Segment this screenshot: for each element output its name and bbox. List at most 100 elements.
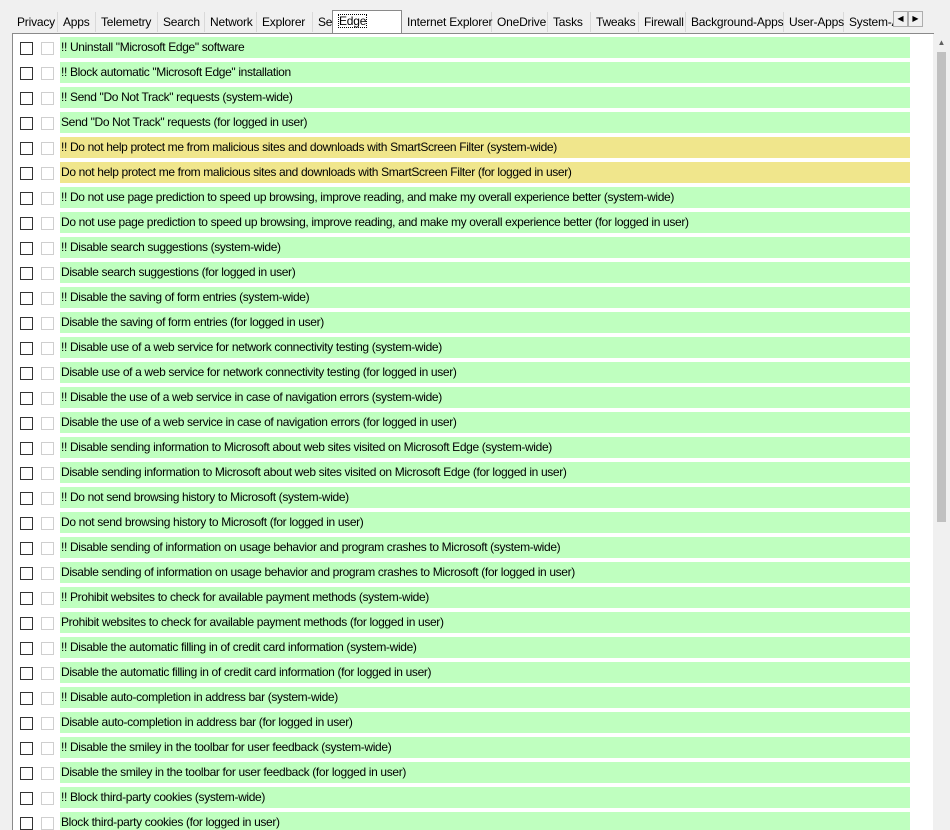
setting-secondary-checkbox[interactable] xyxy=(41,542,54,555)
setting-label[interactable]: Disable sending of information on usage … xyxy=(60,562,910,583)
scrollbar-thumb[interactable] xyxy=(937,52,946,522)
setting-label[interactable]: Disable the use of a web service in case… xyxy=(60,412,910,433)
setting-checkbox[interactable] xyxy=(20,317,33,330)
setting-checkbox[interactable] xyxy=(20,392,33,405)
setting-secondary-checkbox[interactable] xyxy=(41,792,54,805)
tab-apps[interactable]: Apps xyxy=(58,12,96,32)
setting-secondary-checkbox[interactable] xyxy=(41,592,54,605)
tab-tweaks[interactable]: Tweaks xyxy=(591,12,639,32)
setting-label[interactable]: Block third-party cookies (for logged in… xyxy=(60,812,910,830)
setting-secondary-checkbox[interactable] xyxy=(41,817,54,830)
setting-checkbox[interactable] xyxy=(20,142,33,155)
setting-checkbox[interactable] xyxy=(20,792,33,805)
setting-secondary-checkbox[interactable] xyxy=(41,392,54,405)
setting-checkbox[interactable] xyxy=(20,167,33,180)
setting-checkbox[interactable] xyxy=(20,67,33,80)
setting-secondary-checkbox[interactable] xyxy=(41,367,54,380)
setting-checkbox[interactable] xyxy=(20,417,33,430)
setting-label[interactable]: !! Block third-party cookies (system-wid… xyxy=(60,787,910,808)
setting-secondary-checkbox[interactable] xyxy=(41,242,54,255)
setting-checkbox[interactable] xyxy=(20,442,33,455)
setting-checkbox[interactable] xyxy=(20,667,33,680)
setting-label[interactable]: Disable the automatic filling in of cred… xyxy=(60,662,910,683)
setting-secondary-checkbox[interactable] xyxy=(41,567,54,580)
setting-secondary-checkbox[interactable] xyxy=(41,42,54,55)
setting-label[interactable]: !! Disable use of a web service for netw… xyxy=(60,337,910,358)
setting-secondary-checkbox[interactable] xyxy=(41,767,54,780)
setting-checkbox[interactable] xyxy=(20,692,33,705)
setting-checkbox[interactable] xyxy=(20,817,33,830)
setting-label[interactable]: !! Do not use page prediction to speed u… xyxy=(60,187,910,208)
tab-explorer[interactable]: Explorer xyxy=(257,12,313,32)
tab-edge[interactable]: Edge xyxy=(332,10,402,33)
setting-checkbox[interactable] xyxy=(20,767,33,780)
tab-scroll-right-button[interactable]: ▶ xyxy=(908,11,923,27)
setting-secondary-checkbox[interactable] xyxy=(41,142,54,155)
setting-checkbox[interactable] xyxy=(20,717,33,730)
setting-secondary-checkbox[interactable] xyxy=(41,317,54,330)
tab-privacy[interactable]: Privacy xyxy=(12,12,58,32)
setting-checkbox[interactable] xyxy=(20,42,33,55)
setting-label[interactable]: !! Do not help protect me from malicious… xyxy=(60,137,910,158)
setting-secondary-checkbox[interactable] xyxy=(41,92,54,105)
setting-secondary-checkbox[interactable] xyxy=(41,217,54,230)
setting-label[interactable]: Disable the smiley in the toolbar for us… xyxy=(60,762,910,783)
tab-system-apps[interactable]: System-Apps xyxy=(844,12,894,32)
tab-search[interactable]: Search xyxy=(158,12,205,32)
setting-secondary-checkbox[interactable] xyxy=(41,417,54,430)
setting-secondary-checkbox[interactable] xyxy=(41,117,54,130)
tab-scroll-left-button[interactable]: ◀ xyxy=(893,11,908,27)
setting-label[interactable]: Disable sending information to Microsoft… xyxy=(60,462,910,483)
setting-checkbox[interactable] xyxy=(20,542,33,555)
setting-checkbox[interactable] xyxy=(20,267,33,280)
tab-telemetry[interactable]: Telemetry xyxy=(96,12,158,32)
tab-onedrive[interactable]: OneDrive xyxy=(492,12,548,32)
setting-secondary-checkbox[interactable] xyxy=(41,342,54,355)
setting-checkbox[interactable] xyxy=(20,467,33,480)
setting-secondary-checkbox[interactable] xyxy=(41,617,54,630)
setting-secondary-checkbox[interactable] xyxy=(41,442,54,455)
setting-secondary-checkbox[interactable] xyxy=(41,167,54,180)
setting-checkbox[interactable] xyxy=(20,117,33,130)
setting-label[interactable]: Prohibit websites to check for available… xyxy=(60,612,910,633)
setting-label[interactable]: Do not help protect me from malicious si… xyxy=(60,162,910,183)
setting-label[interactable]: !! Disable sending of information on usa… xyxy=(60,537,910,558)
setting-checkbox[interactable] xyxy=(20,192,33,205)
setting-checkbox[interactable] xyxy=(20,217,33,230)
setting-label[interactable]: !! Disable auto-completion in address ba… xyxy=(60,687,910,708)
setting-label[interactable]: !! Disable the use of a web service in c… xyxy=(60,387,910,408)
setting-secondary-checkbox[interactable] xyxy=(41,517,54,530)
setting-checkbox[interactable] xyxy=(20,592,33,605)
setting-label[interactable]: Disable auto-completion in address bar (… xyxy=(60,712,910,733)
setting-checkbox[interactable] xyxy=(20,567,33,580)
setting-label[interactable]: Do not use page prediction to speed up b… xyxy=(60,212,910,233)
setting-label[interactable]: !! Disable the smiley in the toolbar for… xyxy=(60,737,910,758)
setting-label[interactable]: !! Uninstall "Microsoft Edge" software xyxy=(60,37,910,58)
setting-secondary-checkbox[interactable] xyxy=(41,642,54,655)
setting-checkbox[interactable] xyxy=(20,492,33,505)
setting-secondary-checkbox[interactable] xyxy=(41,67,54,80)
setting-checkbox[interactable] xyxy=(20,517,33,530)
setting-checkbox[interactable] xyxy=(20,242,33,255)
setting-checkbox[interactable] xyxy=(20,742,33,755)
setting-label[interactable]: Disable the saving of form entries (for … xyxy=(60,312,910,333)
scroll-up-button[interactable]: ▲ xyxy=(933,34,950,51)
setting-label[interactable]: !! Prohibit websites to check for availa… xyxy=(60,587,910,608)
tab-background-apps[interactable]: Background-Apps xyxy=(686,12,784,32)
setting-label[interactable]: !! Disable sending information to Micros… xyxy=(60,437,910,458)
setting-label[interactable]: !! Send "Do Not Track" requests (system-… xyxy=(60,87,910,108)
setting-secondary-checkbox[interactable] xyxy=(41,667,54,680)
setting-secondary-checkbox[interactable] xyxy=(41,492,54,505)
setting-label[interactable]: Disable use of a web service for network… xyxy=(60,362,910,383)
setting-label[interactable]: Send "Do Not Track" requests (for logged… xyxy=(60,112,910,133)
tab-network[interactable]: Network xyxy=(205,12,257,32)
setting-checkbox[interactable] xyxy=(20,617,33,630)
tab-tasks[interactable]: Tasks xyxy=(548,12,591,32)
setting-label[interactable]: !! Block automatic "Microsoft Edge" inst… xyxy=(60,62,910,83)
vertical-scrollbar[interactable]: ▲ xyxy=(933,34,950,830)
setting-checkbox[interactable] xyxy=(20,342,33,355)
setting-secondary-checkbox[interactable] xyxy=(41,717,54,730)
setting-secondary-checkbox[interactable] xyxy=(41,292,54,305)
tab-internet-explorer[interactable]: Internet Explorer xyxy=(402,12,493,32)
setting-secondary-checkbox[interactable] xyxy=(41,742,54,755)
